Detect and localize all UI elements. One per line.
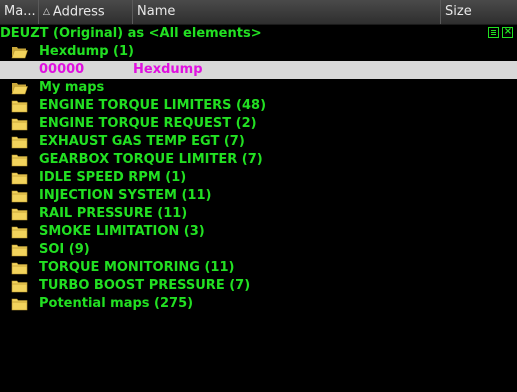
tree-folder[interactable]: EXHAUST GAS TEMP EGT (7) bbox=[0, 133, 517, 151]
folder-icon bbox=[11, 100, 28, 113]
list-options-icon[interactable] bbox=[488, 27, 499, 38]
folder-icon bbox=[11, 172, 28, 185]
column-header-bar: Ma... △ Address Name Size bbox=[0, 0, 517, 25]
folder-icon bbox=[11, 154, 28, 167]
tree-folder[interactable]: ENGINE TORQUE REQUEST (2) bbox=[0, 115, 517, 133]
column-header-size[interactable]: Size bbox=[441, 0, 501, 24]
map-tree: DEUZT (Original) as <All elements> × Hex… bbox=[0, 25, 517, 313]
close-icon[interactable]: × bbox=[502, 26, 513, 38]
folder-icon bbox=[11, 190, 28, 203]
tree-folder-hexdump[interactable]: Hexdump (1) bbox=[0, 43, 517, 61]
folder-label: TURBO BOOST PRESSURE (7) bbox=[39, 278, 251, 293]
tree-folder[interactable]: IDLE SPEED RPM (1) bbox=[0, 169, 517, 187]
tree-folder[interactable]: SMOKE LIMITATION (3) bbox=[0, 223, 517, 241]
tree-folder[interactable]: Potential maps (275) bbox=[0, 295, 517, 313]
item-address: 00000 bbox=[39, 62, 85, 77]
folder-label: ENGINE TORQUE LIMITERS (48) bbox=[39, 98, 267, 113]
tree-folder[interactable]: RAIL PRESSURE (11) bbox=[0, 205, 517, 223]
folder-label: Potential maps (275) bbox=[39, 296, 194, 311]
folder-label: IDLE SPEED RPM (1) bbox=[39, 170, 187, 185]
folder-label: TORQUE MONITORING (11) bbox=[39, 260, 235, 275]
tree-folder[interactable]: TORQUE MONITORING (11) bbox=[0, 259, 517, 277]
folder-label: My maps bbox=[39, 80, 105, 95]
root-controls: × bbox=[485, 26, 513, 41]
column-header-ma[interactable]: Ma... bbox=[0, 0, 39, 24]
column-header-ma-label: Ma... bbox=[4, 4, 36, 19]
tree-folder[interactable]: TURBO BOOST PRESSURE (7) bbox=[0, 277, 517, 295]
folder-icon bbox=[11, 262, 28, 275]
folder-label: SMOKE LIMITATION (3) bbox=[39, 224, 205, 239]
folder-label: INJECTION SYSTEM (11) bbox=[39, 188, 212, 203]
folder-open-icon bbox=[11, 83, 28, 95]
column-header-size-label: Size bbox=[445, 4, 472, 19]
folder-label: EXHAUST GAS TEMP EGT (7) bbox=[39, 134, 245, 149]
tree-folder[interactable]: ENGINE TORQUE LIMITERS (48) bbox=[0, 97, 517, 115]
column-header-address-label: Address bbox=[52, 4, 105, 20]
tree-folder[interactable]: INJECTION SYSTEM (11) bbox=[0, 187, 517, 205]
tree-root-label: DEUZT (Original) as <All elements> bbox=[0, 26, 262, 41]
folder-icon bbox=[11, 136, 28, 149]
folder-icon bbox=[11, 118, 28, 131]
column-header-name[interactable]: Name bbox=[133, 0, 441, 24]
column-header-address[interactable]: △ Address bbox=[39, 0, 133, 24]
sort-ascending-icon: △ bbox=[43, 7, 50, 17]
folder-icon bbox=[11, 226, 28, 239]
tree-folder[interactable]: GEARBOX TORQUE LIMITER (7) bbox=[0, 151, 517, 169]
folder-icon bbox=[11, 298, 28, 311]
column-header-name-label: Name bbox=[137, 4, 176, 19]
folder-label: GEARBOX TORQUE LIMITER (7) bbox=[39, 152, 263, 167]
folder-icon bbox=[11, 244, 28, 257]
folder-label: Hexdump (1) bbox=[39, 44, 134, 59]
tree-folder[interactable]: My maps bbox=[0, 79, 517, 97]
folder-label: SOI (9) bbox=[39, 242, 90, 257]
folder-open-icon bbox=[11, 47, 28, 59]
tree-folder[interactable]: SOI (9) bbox=[0, 241, 517, 259]
tree-root-row[interactable]: DEUZT (Original) as <All elements> × bbox=[0, 25, 517, 43]
folder-label: RAIL PRESSURE (11) bbox=[39, 206, 188, 221]
item-name: Hexdump bbox=[133, 62, 203, 77]
folder-icon bbox=[11, 208, 28, 221]
folder-label: ENGINE TORQUE REQUEST (2) bbox=[39, 116, 257, 131]
folder-icon bbox=[11, 280, 28, 293]
tree-item-hexdump[interactable]: 00000 Hexdump bbox=[0, 61, 517, 79]
